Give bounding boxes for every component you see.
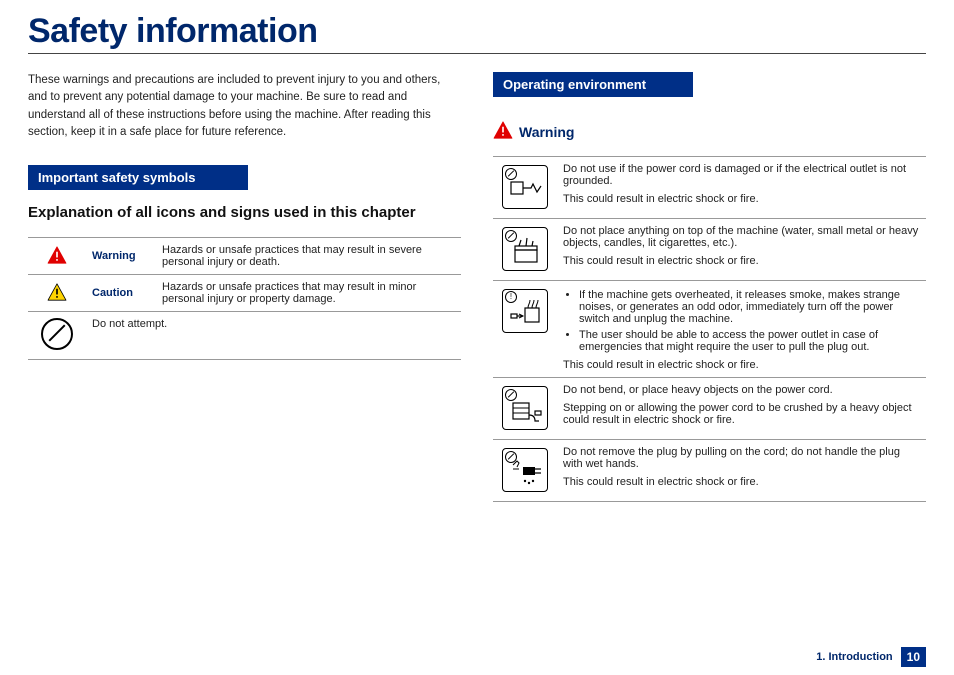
table-row: Do not bend, or place heavy objects on t…: [493, 378, 926, 440]
operating-warning-heading: Warning: [493, 121, 926, 142]
op-r4-l1: Do not bend, or place heavy objects on t…: [563, 384, 920, 396]
op-r3-foot: This could result in electric shock or f…: [563, 359, 920, 371]
do-not-icon: [41, 318, 73, 350]
op-r1-foot: This could result in electric shock or f…: [563, 193, 920, 205]
left-column: These warnings and precautions are inclu…: [28, 72, 461, 502]
op-r2-foot: This could result in electric shock or f…: [563, 255, 920, 267]
footer-page-number: 10: [901, 647, 926, 667]
footer-chapter: 1. Introduction: [816, 651, 892, 663]
section-symbols-heading: Important safety symbols: [28, 165, 248, 190]
page-footer: 1. Introduction 10: [816, 647, 926, 667]
op-r3-b1: If the machine gets overheated, it relea…: [579, 289, 920, 325]
op-r2-main: Do not place anything on top of the mach…: [563, 225, 920, 249]
overheat-unplug-icon: !: [502, 289, 548, 333]
table-row: ! If the machine gets overheated, it rel…: [493, 281, 926, 378]
warning-label: Warning: [86, 238, 156, 275]
op-r1-main: Do not use if the power cord is damaged …: [563, 163, 920, 187]
warning-triangle-icon: [47, 255, 67, 267]
symbols-subheading: Explanation of all icons and signs used …: [28, 204, 461, 221]
table-row: Warning Hazards or unsafe practices that…: [28, 238, 461, 275]
op-r3-b2: The user should be able to access the po…: [579, 329, 920, 353]
op-r4-l2: Stepping on or allowing the power cord t…: [563, 402, 920, 426]
objects-on-machine-icon: [502, 227, 548, 271]
table-row: Caution Hazards or unsafe practices that…: [28, 275, 461, 312]
damaged-cord-icon: [502, 165, 548, 209]
right-column: Operating environment Warning: [493, 72, 926, 502]
op-r5-foot: This could result in electric shock or f…: [563, 476, 920, 488]
title-rule: [28, 53, 926, 54]
section-operating-heading: Operating environment: [493, 72, 693, 97]
operating-warning-label: Warning: [519, 124, 574, 140]
table-row: Do not use if the power cord is damaged …: [493, 157, 926, 219]
operating-table: Do not use if the power cord is damaged …: [493, 156, 926, 502]
table-row: Do not place anything on top of the mach…: [493, 219, 926, 281]
wet-hands-plug-icon: [502, 448, 548, 492]
intro-text: These warnings and precautions are inclu…: [28, 72, 461, 141]
page-title: Safety information: [28, 12, 926, 51]
caution-triangle-icon: [47, 292, 67, 304]
table-row: Do not remove the plug by pulling on the…: [493, 440, 926, 502]
op-r5-main: Do not remove the plug by pulling on the…: [563, 446, 920, 470]
warning-desc: Hazards or unsafe practices that may res…: [156, 238, 461, 275]
caution-label: Caution: [86, 275, 156, 312]
donot-desc: Do not attempt.: [86, 312, 461, 360]
table-row: Do not attempt.: [28, 312, 461, 360]
symbols-table: Warning Hazards or unsafe practices that…: [28, 237, 461, 360]
caution-desc: Hazards or unsafe practices that may res…: [156, 275, 461, 312]
bend-cord-icon: [502, 386, 548, 430]
warning-triangle-icon: [493, 121, 513, 142]
